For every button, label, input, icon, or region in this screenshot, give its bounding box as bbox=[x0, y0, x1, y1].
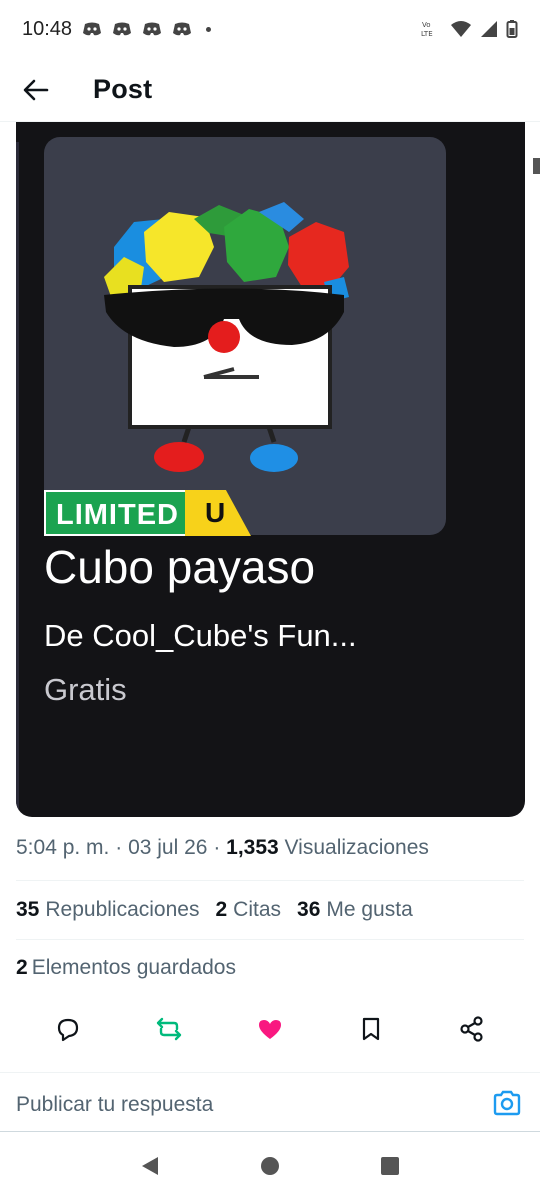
divider bbox=[16, 939, 524, 940]
heart-icon bbox=[258, 1020, 281, 1039]
discord-icon bbox=[173, 22, 192, 36]
media-edge-line bbox=[16, 142, 19, 817]
item-price: Gratis bbox=[44, 672, 127, 707]
bookmark-button[interactable] bbox=[347, 1005, 395, 1053]
status-bar: 10:48 Vo LTE bbox=[0, 0, 540, 58]
signal-icon bbox=[481, 21, 497, 37]
arrow-left-icon bbox=[23, 79, 49, 100]
item-creator: De Cool_Cube's Fun... bbox=[44, 618, 357, 653]
more-notifications-dot bbox=[206, 26, 212, 32]
item-thumbnail bbox=[44, 137, 446, 535]
reply-input[interactable]: Publicar tu respuesta bbox=[16, 1093, 213, 1117]
discord-icon bbox=[113, 22, 132, 36]
reply-composer[interactable]: Publicar tu respuesta bbox=[0, 1072, 540, 1132]
reposts-stat[interactable]: 35 Republicaciones bbox=[16, 898, 199, 922]
top-app-bar: Post bbox=[0, 58, 540, 122]
camera-icon[interactable] bbox=[492, 1089, 522, 1117]
back-triangle-icon bbox=[142, 1157, 158, 1175]
views-count: 1,353 bbox=[226, 836, 279, 859]
system-nav-bar bbox=[0, 1132, 540, 1200]
repost-icon bbox=[156, 1017, 182, 1041]
post-media-image[interactable]: LIMITED U Cubo payaso De Cool_Cube's Fun… bbox=[16, 122, 525, 817]
unique-badge: U bbox=[185, 490, 251, 536]
status-right-icons: Vo LTE bbox=[420, 19, 518, 39]
bookmarks-stat: 2 Elementos guardados bbox=[16, 956, 236, 980]
likes-stat[interactable]: 36 Me gusta bbox=[297, 898, 413, 922]
item-name: Cubo payaso bbox=[44, 541, 316, 593]
quotes-stat[interactable]: 2 Citas bbox=[215, 898, 281, 922]
notification-icons bbox=[82, 20, 212, 38]
page-title: Post bbox=[93, 74, 153, 104]
clown-cube-illustration bbox=[104, 202, 349, 472]
bookmarks-count: 2 bbox=[16, 956, 28, 979]
nav-back-button[interactable] bbox=[130, 1146, 170, 1186]
wifi-icon bbox=[451, 21, 471, 37]
bookmark-icon bbox=[362, 1017, 379, 1041]
post-actions bbox=[0, 1005, 540, 1053]
status-time: 10:48 bbox=[22, 17, 73, 40]
svg-text:LTE: LTE bbox=[421, 30, 433, 38]
home-circle-icon bbox=[261, 1157, 279, 1175]
svg-text:Vo: Vo bbox=[422, 21, 431, 29]
bookmarks-label: Elementos guardados bbox=[31, 956, 236, 979]
limited-badge: LIMITED bbox=[44, 490, 185, 536]
like-button[interactable] bbox=[246, 1005, 294, 1053]
nav-recents-button[interactable] bbox=[370, 1146, 410, 1186]
back-button[interactable] bbox=[15, 69, 57, 111]
share-button[interactable] bbox=[448, 1005, 496, 1053]
views-label: Visualizaciones bbox=[284, 836, 429, 859]
volte-icon: VoLTE bbox=[421, 21, 433, 38]
post-timestamp-views: 5:04 p. m. · 03 jul 26 · 1,353 Visualiza… bbox=[16, 836, 429, 859]
post-stats: 35 Republicaciones 2 Citas 36 Me gusta bbox=[16, 898, 413, 922]
divider bbox=[16, 880, 524, 881]
comment-icon bbox=[58, 1018, 79, 1042]
post-time: 5:04 p. m. bbox=[16, 836, 110, 859]
share-icon bbox=[459, 1016, 483, 1042]
item-badges: LIMITED U bbox=[44, 490, 251, 536]
recents-square-icon bbox=[381, 1157, 399, 1175]
scrollbar-handle[interactable] bbox=[533, 158, 540, 174]
repost-button[interactable] bbox=[145, 1005, 193, 1053]
discord-icon bbox=[143, 22, 162, 36]
post-date: 03 jul 26 bbox=[128, 836, 208, 859]
nav-home-button[interactable] bbox=[250, 1146, 290, 1186]
battery-icon bbox=[506, 20, 518, 38]
discord-icon bbox=[83, 22, 102, 36]
reply-button[interactable] bbox=[44, 1005, 92, 1053]
